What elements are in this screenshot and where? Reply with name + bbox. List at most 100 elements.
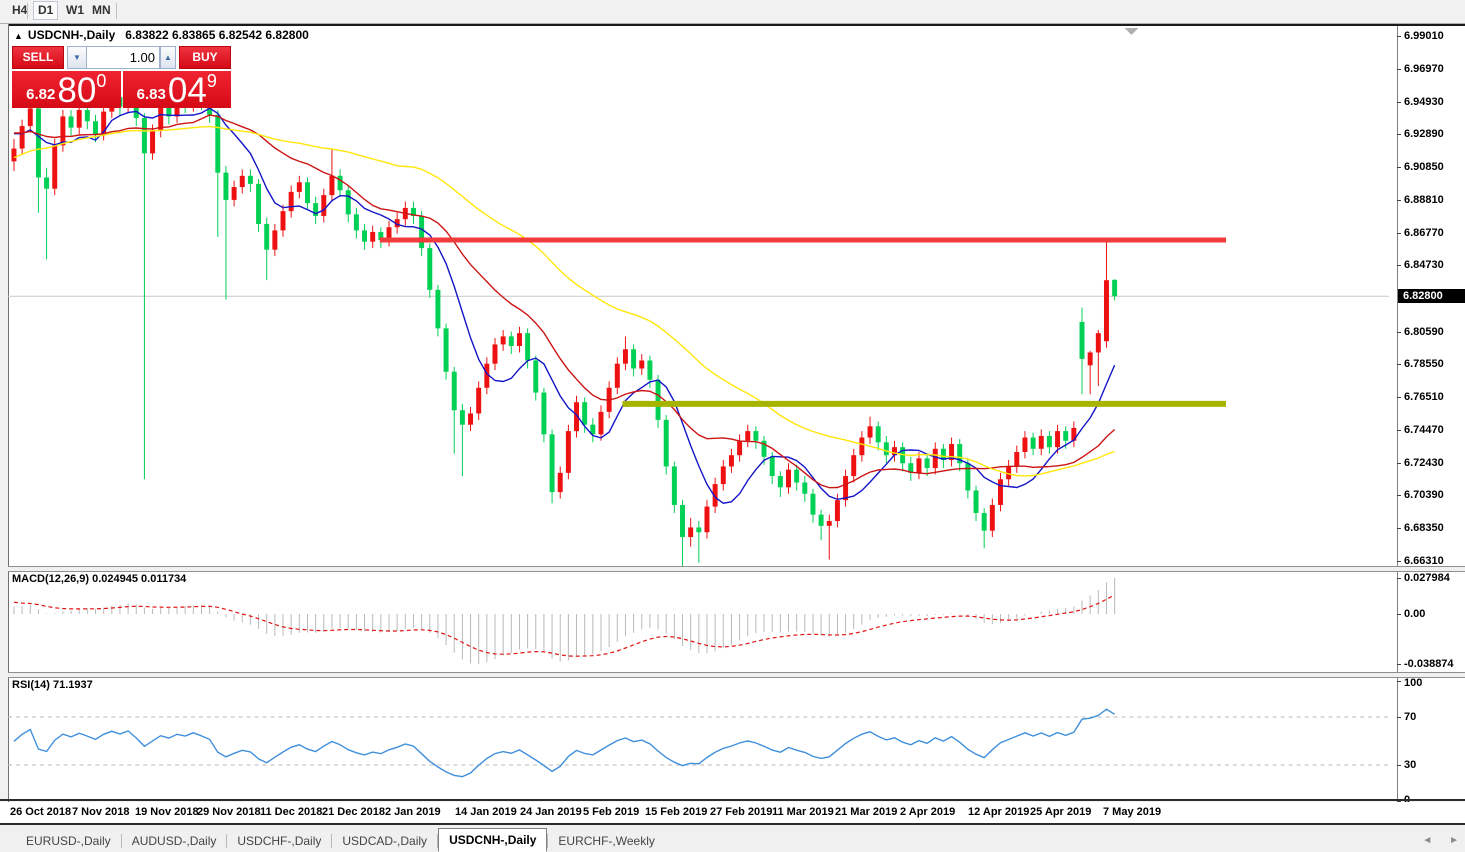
rsi-current-value: 71.1937 [53,679,93,691]
macd-axis-tick [1397,614,1401,615]
chart-title: ▲ USDCNH-,Daily 6.83822 6.83865 6.82542 6.… [14,28,309,42]
price-axis-tick [1397,528,1401,529]
macd-axis-label: 0.00 [1404,608,1425,620]
tab-usdchf-daily[interactable]: USDCHF-,Daily [227,831,331,852]
tab-scroll-arrows: ◄ ► [1408,835,1465,846]
toolbar-separator [116,3,117,19]
timeframe-button-d1[interactable]: D1 [33,1,58,20]
rsi-label: RSI(14) 71.1937 [12,679,93,691]
macd-chart[interactable] [8,570,1397,672]
sell-price-prefix: 6.82 [26,86,55,103]
price-axis-tick [1397,495,1401,496]
price-axis-label: 6.96970 [1404,63,1444,75]
sell-price-sup: 0 [96,72,106,90]
date-axis-label: 14 Jan 2019 [455,806,517,818]
macd-label: MACD(12,26,9) 0.024945 0.011734 [12,573,186,585]
chart-tab-bar: EURUSD-,DailyAUDUSD-,DailyUSDCHF-,DailyU… [0,825,1465,852]
date-axis-label: 15 Feb 2019 [645,806,707,818]
chart-symbol: USDCNH-,Daily [28,28,115,42]
price-axis-label: 6.84730 [1404,259,1444,271]
price-axis-tick [1397,364,1401,365]
buy-price-display[interactable]: 6.83 04 9 [123,71,232,108]
macd-current-values: 0.024945 0.011734 [92,573,186,585]
price-axis-tick [1397,167,1401,168]
rsi-axis-label: 100 [1404,677,1422,689]
date-axis[interactable]: 26 Oct 20187 Nov 201819 Nov 201829 Nov 2… [0,802,1465,823]
price-axis-tick [1397,36,1401,37]
macd-axis-label: -0.038874 [1404,658,1454,670]
date-axis-label: 21 Dec 2018 [322,806,385,818]
volume-input[interactable] [87,46,160,69]
tab-scroll-left-icon[interactable]: ◄ [1422,835,1432,846]
panel-border [0,823,1465,825]
date-axis-label: 21 Mar 2019 [835,806,897,818]
date-axis-label: 2 Jan 2019 [385,806,441,818]
price-axis-tick [1397,69,1401,70]
price-axis-tick [1397,102,1401,103]
date-axis-label: 7 May 2019 [1103,806,1161,818]
collapse-triangle-icon[interactable]: ▲ [14,31,23,41]
buy-price-sup: 9 [207,72,217,90]
volume-decrease-button[interactable]: ▼ [67,46,87,69]
price-axis-label: 6.70390 [1404,489,1444,501]
price-axis-label: 6.88810 [1404,194,1444,206]
sell-price-big: 80 [57,74,96,107]
date-axis-label: 12 Apr 2019 [968,806,1029,818]
rsi-params: RSI(14) [12,679,50,691]
panel-splitter[interactable] [8,566,1465,572]
rsi-chart[interactable] [8,676,1397,800]
price-axis-tick [1397,265,1401,266]
price-axis-label: 6.99010 [1404,30,1444,42]
rsi-axis-tick [1397,717,1401,718]
tab-audusd-daily[interactable]: AUDUSD-,Daily [122,831,227,852]
date-axis-label: 5 Feb 2019 [583,806,639,818]
tab-eurusd-daily[interactable]: EURUSD-,Daily [16,831,121,852]
volume-increase-button[interactable]: ▲ [160,46,176,69]
timeframe-button-w1[interactable]: W1 [62,2,88,19]
timeframe-button-mn[interactable]: MN [88,2,115,19]
price-axis-label: 6.68350 [1404,522,1444,534]
sell-price-display[interactable]: 6.82 80 0 [12,71,121,108]
price-axis-tick [1397,332,1401,333]
price-axis-label: 6.86770 [1404,227,1444,239]
buy-price-prefix: 6.83 [137,86,166,103]
price-axis-tick [1397,561,1401,562]
tab-usdcnh-daily[interactable]: USDCNH-,Daily [438,828,547,852]
rsi-axis-label: 70 [1404,711,1416,723]
date-axis-label: 2 Apr 2019 [900,806,955,818]
date-axis-label: 26 Oct 2018 [10,806,71,818]
date-axis-label: 7 Nov 2018 [72,806,129,818]
price-axis-tick [1397,200,1401,201]
mt4-terminal: H4D1W1MN ▲USDCNH-,Daily6.83822 6.83865 6… [0,0,1465,852]
toolbar-separator [27,3,28,19]
sell-button[interactable]: SELL [12,46,64,69]
rsi-axis-tick [1397,681,1401,682]
rsi-axis-label: 30 [1404,759,1416,771]
macd-axis-tick [1397,578,1401,579]
price-axis-tick [1397,134,1401,135]
macd-params: MACD(12,26,9) [12,573,89,585]
date-axis-label: 25 Apr 2019 [1030,806,1091,818]
panel-splitter[interactable] [8,672,1465,678]
price-axis-label: 6.72430 [1404,457,1444,469]
buy-button[interactable]: BUY [179,46,231,69]
price-axis-label: 6.78550 [1404,358,1444,370]
tab-scroll-right-icon[interactable]: ► [1449,835,1459,846]
price-axis-label: 6.80590 [1404,326,1444,338]
price-axis-tick [1397,463,1401,464]
date-axis-label: 29 Nov 2018 [197,806,261,818]
price-axis-tick [1397,233,1401,234]
price-axis-tick [1397,430,1401,431]
tab-eurchf-weekly[interactable]: EURCHF-,Weekly [548,831,664,852]
macd-axis-tick [1397,664,1401,665]
price-axis-label: 6.76510 [1404,391,1444,403]
date-axis-label: 24 Jan 2019 [520,806,582,818]
chart-shift-marker-icon [1125,28,1139,35]
chart-ohlc-values: 6.83822 6.83865 6.82542 6.82800 [125,28,309,42]
macd-axis-label: 0.027984 [1404,572,1450,584]
rsi-axis-tick [1397,765,1401,766]
price-axis-label: 6.92890 [1404,128,1444,140]
tab-usdcad-daily[interactable]: USDCAD-,Daily [332,831,437,852]
date-axis-label: 11 Mar 2019 [772,806,834,818]
date-axis-label: 11 Dec 2018 [260,806,322,818]
